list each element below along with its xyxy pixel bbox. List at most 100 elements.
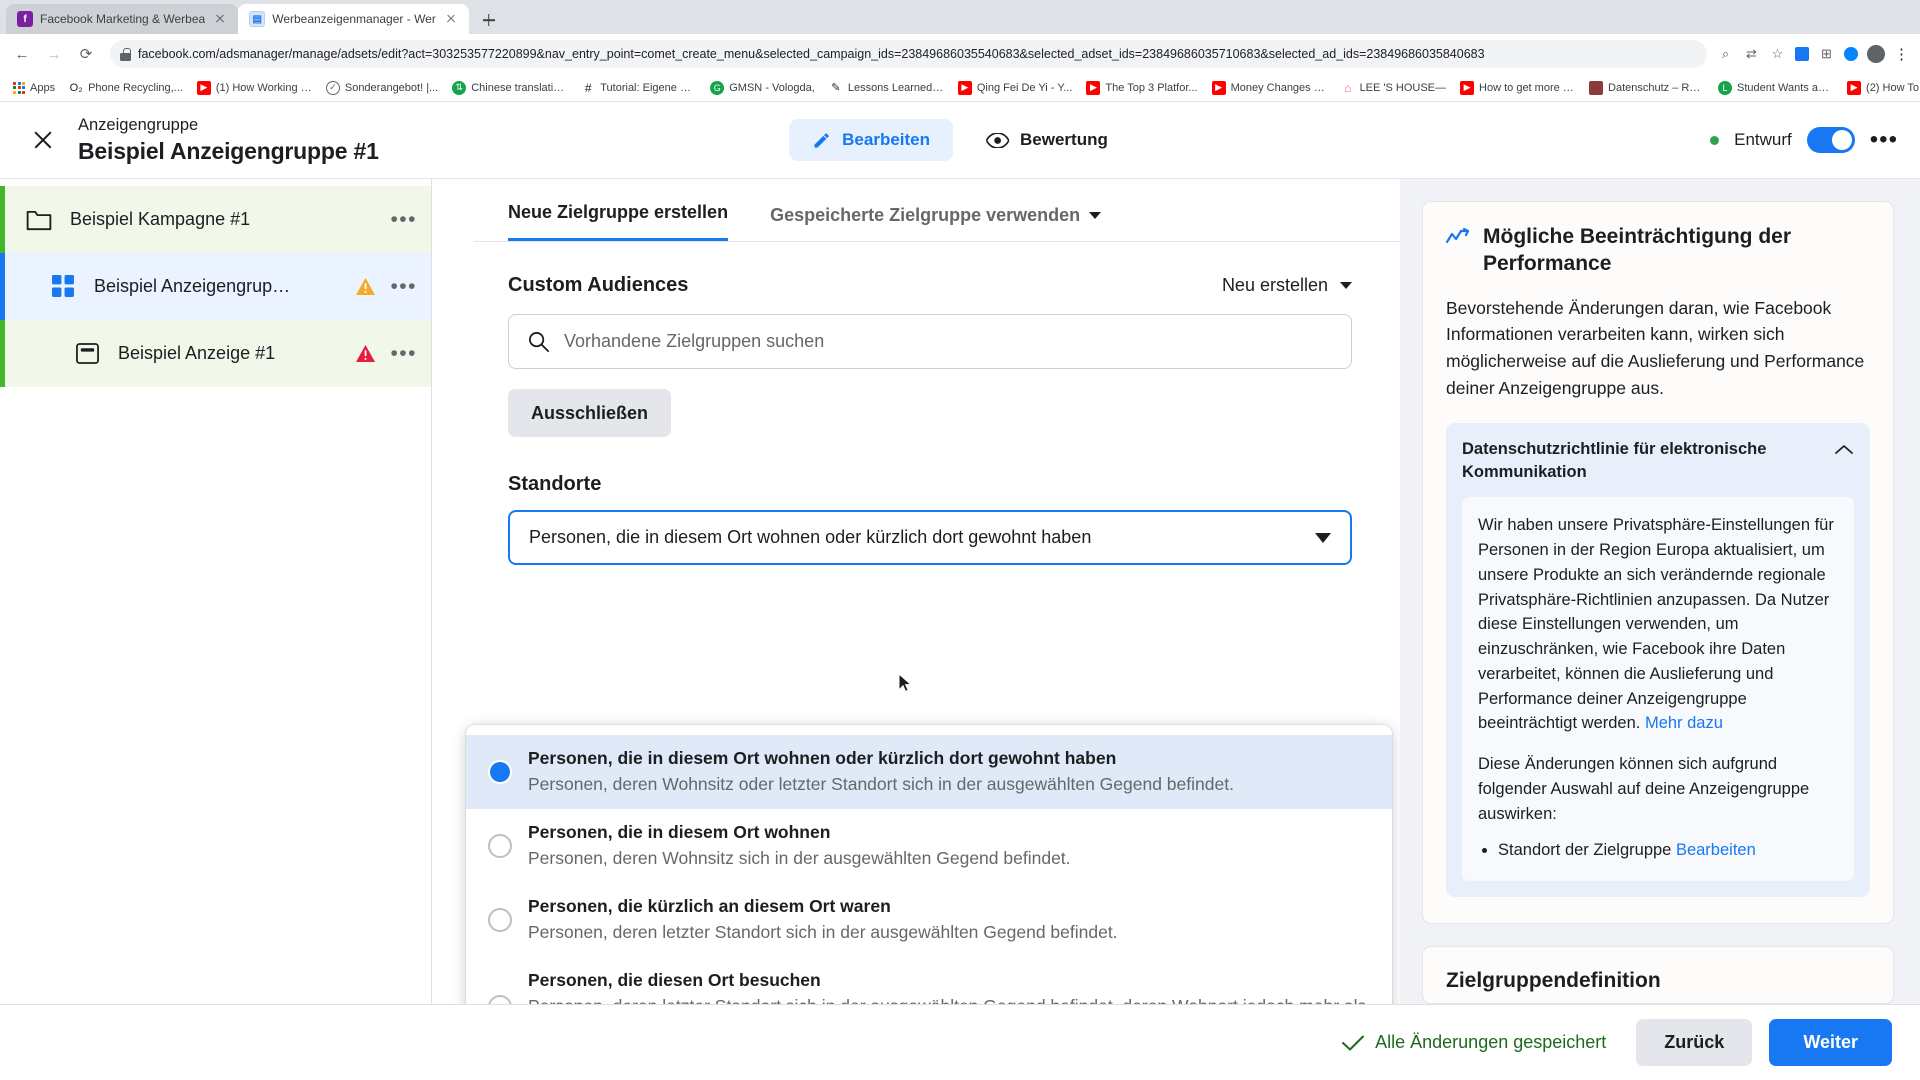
facebook-favicon-icon: f	[17, 11, 33, 27]
exclude-button[interactable]: Ausschließen	[508, 389, 672, 437]
bookmark-item[interactable]: L Student Wants an...	[1711, 77, 1840, 99]
bookmark-label: Student Wants an...	[1737, 81, 1834, 94]
next-button[interactable]: Weiter	[1769, 1019, 1892, 1066]
radio-icon[interactable]	[488, 834, 512, 858]
audience-tabs: Neue Zielgruppe erstellen Gespeicherte Z…	[474, 179, 1400, 242]
bookmark-item[interactable]: ▶ How to get more v...	[1453, 77, 1582, 99]
close-icon[interactable]	[212, 11, 228, 27]
privacy-paragraph-1-text: Wir haben unsere Privatsphäre-Einstellun…	[1478, 516, 1834, 733]
page-body: Beispiel Kampagne #1 ••• Beispiel Anzeig…	[0, 178, 1920, 1004]
browser-tab-2[interactable]: ▤ Werbeanzeigenmanager - Wer	[238, 4, 469, 34]
bookmark-label: (1) How Working a...	[215, 81, 312, 94]
tab-gespeicherte-zielgruppe[interactable]: Gespeicherte Zielgruppe verwenden	[770, 205, 1102, 241]
location-option-0[interactable]: Personen, die in diesem Ort wohnen oder …	[466, 735, 1392, 809]
green-circle-icon: L	[1718, 80, 1733, 95]
privacy-subcard-header[interactable]: Datenschutzrichtlinie für elektronische …	[1462, 438, 1854, 484]
location-option-0-title: Personen, die in diesem Ort wohnen oder …	[528, 748, 1117, 768]
close-icon[interactable]	[26, 123, 60, 157]
bookmark-item[interactable]: Datenschutz – Re...	[1582, 77, 1711, 99]
facebook-extension-icon[interactable]	[1795, 47, 1809, 61]
bookmark-item[interactable]: ▶ The Top 3 Platfor...	[1079, 77, 1204, 99]
youtube-icon: ▶	[957, 80, 972, 95]
bookmark-label: Qing Fei De Yi - Y...	[976, 81, 1073, 94]
chevron-down-icon	[1315, 532, 1331, 543]
privacy-paragraph-2: Diese Änderungen können sich aufgrund fo…	[1478, 755, 1810, 823]
radio-icon[interactable]	[488, 908, 512, 932]
pencil-icon	[814, 132, 829, 148]
bookmark-item[interactable]: ⇅ Chinese translatio...	[445, 77, 574, 99]
mehr-dazu-link[interactable]: Mehr dazu	[1645, 714, 1723, 732]
custom-audiences-title: Custom Audiences	[508, 274, 689, 296]
browser-tab-1[interactable]: f Facebook Marketing & Werbea	[6, 4, 239, 34]
browser-menu-icon[interactable]: ⋮	[1894, 47, 1910, 62]
performance-impact-card: Mögliche Beeinträchtigung der Performanc…	[1422, 201, 1894, 925]
ad-row-menu-icon[interactable]: •••	[390, 342, 417, 366]
create-new-audience-label: Neu erstellen	[1221, 275, 1328, 295]
bookmark-item[interactable]: Apps	[6, 77, 62, 99]
profile-avatar[interactable]	[1867, 45, 1885, 63]
privacy-subcard-title: Datenschutzrichtlinie für elektronische …	[1462, 440, 1767, 482]
location-option-3[interactable]: Personen, die diesen Ort besuchen Person…	[466, 957, 1392, 1004]
bookmark-item[interactable]: G GMSN - Vologda,	[703, 77, 822, 99]
radio-icon[interactable]	[488, 994, 512, 1004]
zoom-icon[interactable]: ⌕	[1717, 46, 1734, 63]
back-button[interactable]: Zurück	[1636, 1019, 1753, 1066]
puzzle-extension-icon[interactable]: ⊞	[1818, 46, 1835, 63]
bookmark-item[interactable]: # Tutorial: Eigene Fa...	[574, 77, 703, 99]
list-item: Standort der Zielgruppe Bearbeiten	[1498, 838, 1838, 863]
audience-search-input[interactable]: Vorhandene Zielgruppen suchen	[508, 314, 1352, 369]
chevron-up-icon[interactable]	[1834, 444, 1854, 455]
bookmark-item[interactable]: O₂ Phone Recycling,...	[62, 77, 190, 99]
bookmark-item[interactable]: ▶ (2) How To Add A...	[1840, 77, 1920, 99]
new-tab-button[interactable]	[475, 6, 503, 34]
close-icon[interactable]	[443, 11, 459, 27]
status-toggle[interactable]	[1806, 127, 1855, 153]
back-icon[interactable]: ←	[8, 40, 36, 68]
center-content: Neue Zielgruppe erstellen Gespeicherte Z…	[432, 179, 1400, 1004]
bearbeiten-link[interactable]: Bearbeiten	[1676, 841, 1756, 859]
location-option-3-sub: Personen, deren letzter Standort sich in…	[528, 994, 1372, 1004]
location-type-select[interactable]: Personen, die in diesem Ort wohnen oder …	[508, 510, 1352, 565]
bookmark-item[interactable]: ✎ Lessons Learned f...	[822, 77, 951, 99]
youtube-icon: ▶	[196, 80, 211, 95]
bookmark-label: GMSN - Vologda,	[729, 81, 815, 94]
status-badge: Entwurf	[1734, 130, 1792, 149]
tab-bearbeiten[interactable]: Bearbeiten	[789, 119, 954, 161]
adset-grid-icon	[49, 273, 77, 301]
reload-icon[interactable]: ⟳	[72, 40, 100, 68]
adset-row-menu-icon[interactable]: •••	[390, 275, 417, 299]
bookmark-item[interactable]: ⌂ LEE 'S HOUSE—	[1334, 77, 1453, 99]
youtube-icon: ▶	[1086, 80, 1101, 95]
location-option-2[interactable]: Personen, die kürzlich an diesem Ort war…	[466, 883, 1392, 957]
bookmark-item[interactable]: ▶ Qing Fei De Yi - Y...	[951, 77, 1080, 99]
forward-icon[interactable]: →	[40, 40, 68, 68]
tab-neue-zielgruppe[interactable]: Neue Zielgruppe erstellen	[508, 202, 729, 241]
sidebar-item-ad[interactable]: Beispiel Anzeige #1 •••	[0, 320, 431, 387]
translate-icon: ⇅	[452, 80, 467, 95]
bookmark-item[interactable]: ✓ Sonderangebot! |...	[319, 77, 445, 99]
bookmark-label: The Top 3 Platfor...	[1105, 81, 1198, 94]
sidebar-item-campaign[interactable]: Beispiel Kampagne #1 •••	[0, 186, 431, 253]
bookmark-star-icon[interactable]: ☆	[1769, 46, 1786, 63]
browser-tab-1-title: Facebook Marketing & Werbea	[40, 12, 206, 26]
eye-icon	[986, 132, 1010, 148]
campaign-row-menu-icon[interactable]: •••	[390, 208, 417, 232]
bookmark-item[interactable]: ▶ (1) How Working a...	[190, 77, 319, 99]
address-bar[interactable]: facebook.com/adsmanager/manage/adsets/ed…	[110, 40, 1707, 68]
messenger-extension-icon[interactable]	[1844, 47, 1858, 61]
sidebar-item-adset-label: Beispiel Anzeigengrup…	[94, 276, 291, 296]
tab-bewertung[interactable]: Bewertung	[963, 119, 1131, 161]
sidebar-item-adset[interactable]: Beispiel Anzeigengrup… •••	[0, 253, 431, 320]
lock-icon	[120, 47, 131, 61]
location-option-1[interactable]: Personen, die in diesem Ort wohnen Perso…	[466, 809, 1392, 883]
more-options-icon[interactable]: •••	[1870, 128, 1898, 152]
translate-icon[interactable]: ⇄	[1743, 46, 1760, 63]
radio-selected-icon[interactable]	[488, 760, 512, 784]
bookmark-item[interactable]: ▶ Money Changes E...	[1205, 77, 1334, 99]
header-right-controls: Entwurf •••	[1710, 127, 1898, 153]
header-mode-tabs: Bearbeiten Bewertung	[789, 119, 1131, 161]
saved-status: Alle Änderungen gespeichert	[1342, 1032, 1606, 1053]
location-option-1-title: Personen, die in diesem Ort wohnen	[528, 822, 831, 842]
bookmark-label: How to get more v...	[1479, 81, 1576, 94]
create-new-audience-button[interactable]: Neu erstellen	[1222, 275, 1352, 296]
